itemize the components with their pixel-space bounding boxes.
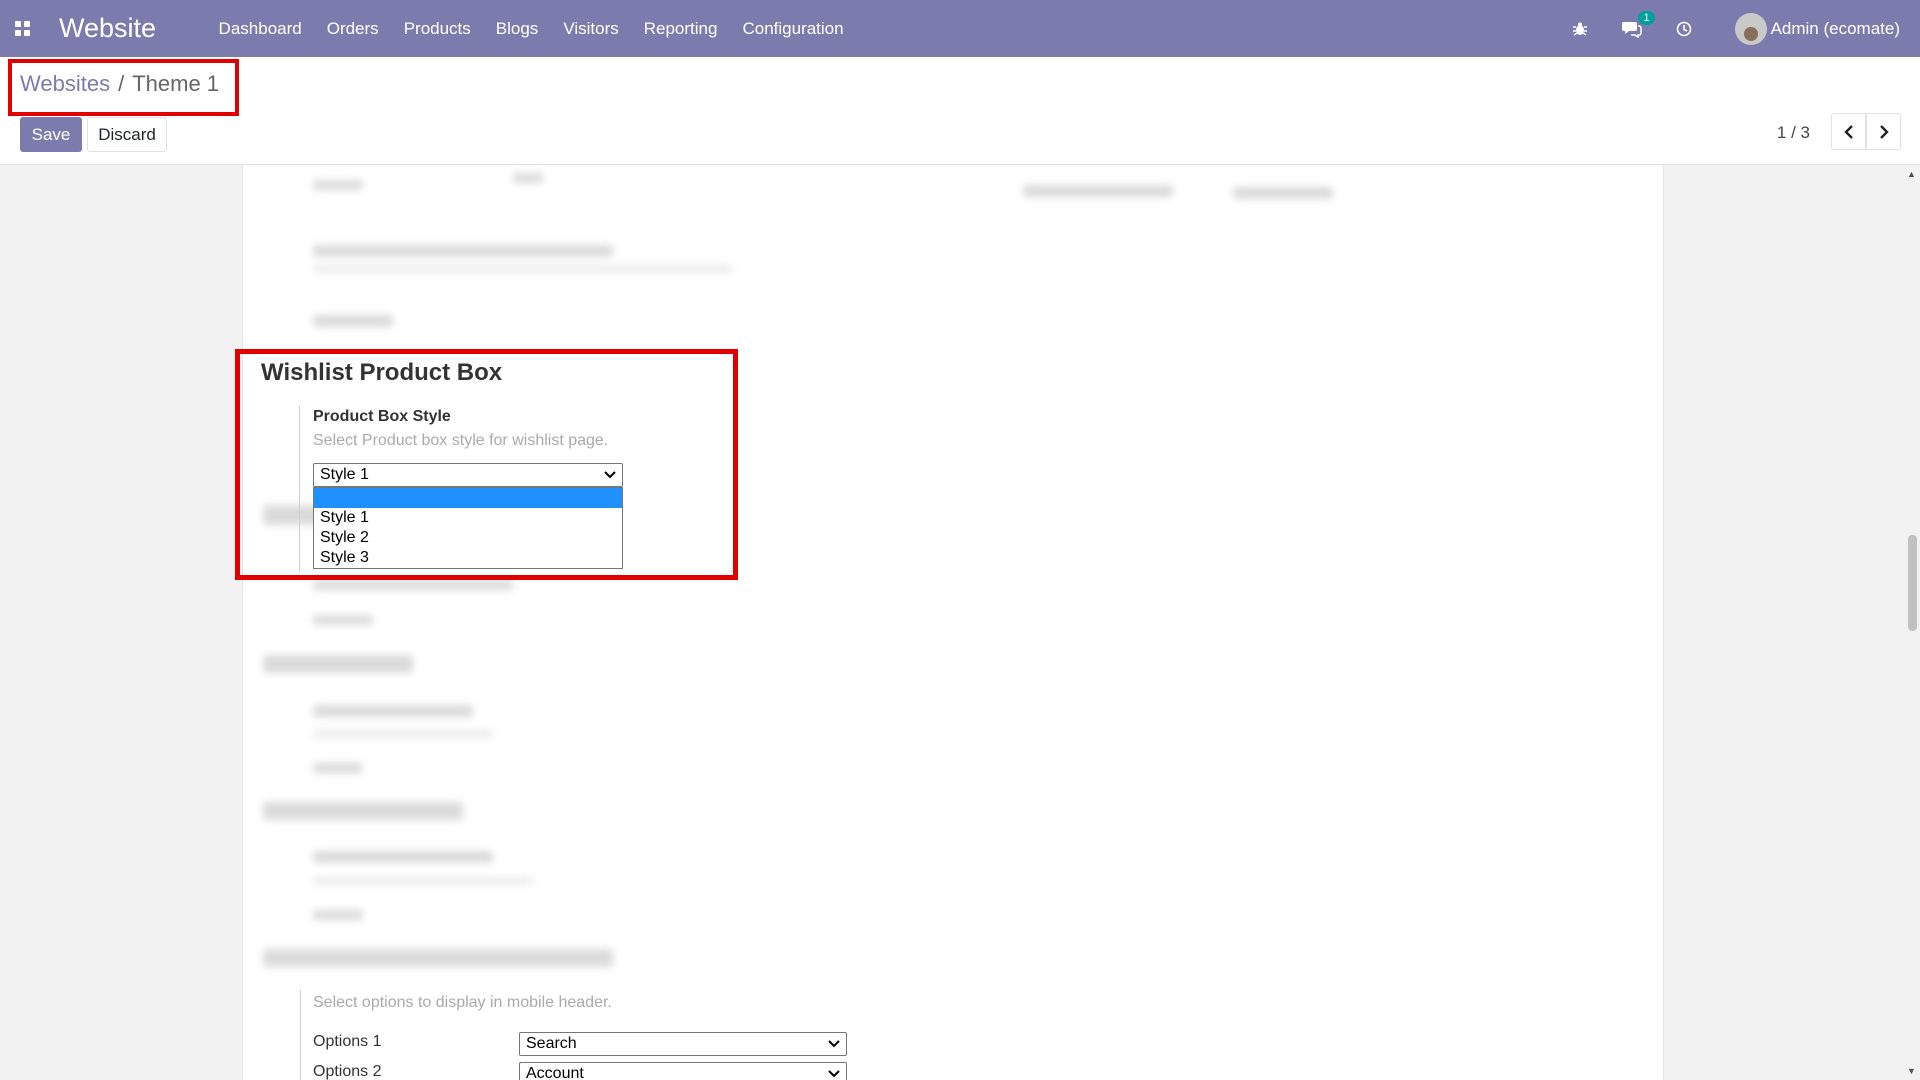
user-menu[interactable]: Admin (ecomate) [1771, 19, 1900, 39]
menu-item-configuration[interactable]: Configuration [730, 19, 856, 39]
dropdown-option-style-2[interactable]: Style 2 [314, 528, 622, 548]
apps-menu-icon[interactable] [13, 20, 31, 38]
page-scrollbar[interactable]: ▲ ▼ [1904, 165, 1920, 1080]
menu-item-reporting[interactable]: Reporting [631, 19, 730, 39]
chat-icon[interactable]: 1 [1621, 10, 1655, 40]
scroll-down-icon[interactable]: ▼ [1907, 1066, 1916, 1076]
chevron-down-icon [828, 1040, 840, 1048]
wishlist-section-title: Wishlist Product Box [261, 359, 503, 386]
navbar-systray: 1 Admin (ecomate) [1554, 0, 1920, 57]
scroll-thumb[interactable] [1908, 535, 1917, 631]
product-box-style-dropdown: Style 1 Style 2 Style 3 [313, 487, 623, 569]
product-box-style-select[interactable]: Style 1 [313, 463, 623, 487]
control-panel: Websites / Theme 1 Save Discard 1 / 3 [0, 57, 1920, 165]
chevron-down-icon [828, 1070, 840, 1078]
breadcrumb-separator: / [118, 71, 125, 96]
app-brand[interactable]: Website [59, 13, 156, 44]
options-1-label: Options 1 [313, 1033, 382, 1050]
menu-item-products[interactable]: Products [391, 19, 483, 39]
menu-item-orders[interactable]: Orders [314, 19, 391, 39]
chevron-left-icon [1843, 124, 1853, 139]
product-box-style-label: Product Box Style [313, 408, 451, 425]
save-button[interactable]: Save [20, 117, 82, 152]
breadcrumb: Websites / Theme 1 [20, 71, 219, 97]
product-box-style-help: Select Product box style for wishlist pa… [313, 432, 609, 449]
pager-next-button[interactable] [1866, 113, 1901, 150]
options-1-select[interactable]: Search [519, 1032, 847, 1056]
scroll-up-icon[interactable]: ▲ [1907, 169, 1916, 179]
menu-item-visitors[interactable]: Visitors [551, 19, 631, 39]
clock-icon[interactable] [1673, 18, 1695, 40]
dropdown-option-style-3[interactable]: Style 3 [314, 548, 622, 568]
dropdown-option-style-1[interactable]: Style 1 [314, 508, 622, 528]
chevron-right-icon [1879, 124, 1889, 139]
breadcrumb-websites[interactable]: Websites [20, 71, 110, 97]
pager-previous-button[interactable] [1831, 113, 1866, 150]
form-sheet: Select options to display in mobile head… [242, 165, 1664, 1080]
options-2-select[interactable]: Account [519, 1062, 847, 1080]
main-menu: Dashboard Orders Products Blogs Visitors… [206, 19, 856, 39]
pager-value[interactable]: 1 / 3 [1777, 123, 1810, 143]
top-navbar: Website Dashboard Orders Products Blogs … [0, 0, 1920, 57]
discard-button[interactable]: Discard [87, 117, 167, 152]
menu-item-dashboard[interactable]: Dashboard [206, 19, 314, 39]
user-avatar[interactable] [1734, 12, 1767, 45]
breadcrumb-current: Theme 1 [132, 71, 220, 96]
options-2-label: Options 2 [313, 1063, 382, 1080]
menu-item-blogs[interactable]: Blogs [483, 19, 551, 39]
mobile-header-help: Select options to display in mobile head… [313, 994, 612, 1011]
chevron-down-icon [604, 471, 616, 479]
dropdown-empty-option[interactable] [314, 488, 622, 508]
bug-icon[interactable] [1569, 18, 1591, 40]
form-content: Select options to display in mobile head… [0, 165, 1920, 1080]
chat-badge: 1 [1638, 10, 1655, 25]
